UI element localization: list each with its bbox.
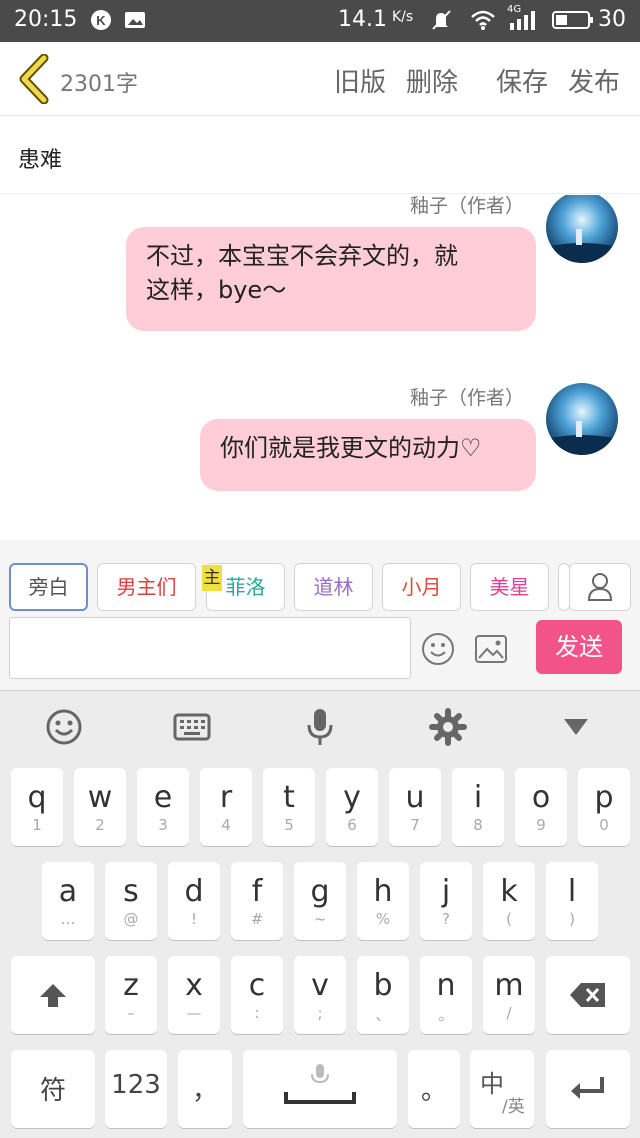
add-role-button[interactable] [569,563,631,611]
key-u[interactable]: u7 [389,768,441,846]
key-j[interactable]: j? [420,862,472,940]
message-line: 不过，本宝宝不会弃文的，就 [146,242,458,270]
message-line: 这样，bye～ [146,276,287,304]
collapse-keyboard-icon[interactable] [556,707,596,747]
avatar-image [546,383,618,455]
message-bubble: 不过，本宝宝不会弃文的，就 这样，bye～ [126,227,536,331]
key-o[interactable]: o9 [515,768,567,846]
status-bar: 20:15 K 14.1 K/s 4G 30 [0,0,640,42]
shift-key[interactable] [11,956,95,1034]
battery-level: 30 [598,7,626,32]
key-v[interactable]: v; [294,956,346,1034]
emoji-icon[interactable] [421,632,455,666]
key-e[interactable]: e3 [137,768,189,846]
key-k[interactable]: k( [483,862,535,940]
key-q[interactable]: q1 [11,768,63,846]
key-p[interactable]: p0 [578,768,630,846]
sender-name: 釉子（作者） [409,195,524,217]
key-g[interactable]: g ~ [294,862,346,940]
chapter-title: 患难 [18,148,63,173]
key-a[interactable]: a… [42,862,94,940]
key-h[interactable]: h% [357,862,409,940]
backspace-key[interactable] [546,956,630,1034]
key-m[interactable]: m / [483,956,535,1034]
key-s[interactable]: s @ [105,862,157,940]
word-count: 2301字 [60,72,138,97]
key-i[interactable]: i8 [452,768,504,846]
editor-toolbar: 2301字 旧版 删除 保存 发布 [0,42,640,116]
key-x[interactable]: x — [168,956,220,1034]
keyboard-emoji-icon[interactable] [44,707,84,747]
keyboard-switch-icon[interactable] [172,707,212,747]
message-line: 你们就是我更文的动力♡ [220,434,482,462]
key-c[interactable]: c: [231,956,283,1034]
key-z[interactable]: z – [105,956,157,1034]
k-app-icon: K [91,10,111,30]
message-bubble: 你们就是我更文的动力♡ [200,419,536,491]
role-tag[interactable]: 道林 [294,563,373,611]
net-speed: 14.1 [338,7,387,32]
role-tag[interactable]: 小月 [382,563,461,611]
role-tag-narrator[interactable]: 旁白 [9,563,88,611]
person-icon [587,573,613,601]
key-t[interactable]: t5 [263,768,315,846]
numbers-key[interactable]: 123 [105,1050,167,1128]
clock: 20:15 [14,7,78,32]
comma-key[interactable]: ， [178,1050,232,1128]
battery-icon [552,11,593,29]
language-switch-key[interactable]: 中 /英 [470,1050,534,1128]
key-b[interactable]: b、 [357,956,409,1034]
mute-icon [432,10,451,30]
backspace-icon [570,983,605,1007]
settings-icon[interactable] [428,707,468,747]
main-role-badge: 主 [202,565,222,591]
publish-button[interactable]: 发布 [568,62,620,99]
wifi-icon [471,10,495,30]
net-speed-unit: K/s [392,9,414,25]
key-y[interactable]: y6 [326,768,378,846]
key-d[interactable]: d! [168,862,220,940]
image-icon[interactable] [474,634,508,664]
key-r[interactable]: r4 [200,768,252,846]
period-key[interactable]: 。 [408,1050,460,1128]
save-button[interactable]: 保存 [496,62,548,99]
role-tag[interactable]: 美星 [470,563,549,611]
avatar-image [546,195,618,263]
message-input[interactable] [9,617,411,679]
svg-text:K: K [96,13,106,28]
space-key[interactable] [243,1050,397,1128]
avatar[interactable] [546,195,618,263]
shift-icon [40,984,66,1007]
space-mic-icon [284,1064,356,1104]
back-icon[interactable] [14,54,54,104]
key-w[interactable]: w2 [74,768,126,846]
enter-icon [571,1077,604,1099]
delete-button[interactable]: 删除 [406,62,458,99]
key-n[interactable]: n。 [420,956,472,1034]
avatar[interactable] [546,383,618,455]
key-l[interactable]: l) [546,862,598,940]
gallery-icon [125,12,145,28]
send-button[interactable]: 发送 [536,620,622,674]
symbols-key[interactable]: 符 [11,1050,95,1128]
microphone-icon[interactable] [300,707,340,747]
sender-name: 釉子（作者） [409,387,524,409]
key-f[interactable]: f # [231,862,283,940]
soft-keyboard: q1 w2 e3 r4 t5 y6 u7 i8 o9 p0 a… s @ d! f… [0,690,640,1138]
signal-icon [510,11,535,30]
chat-area: 釉子（作者） 不过，本宝宝不会弃文的，就 这样，bye～ 釉子（作者） 你们就是… [0,195,640,540]
enter-key[interactable] [546,1050,630,1128]
title-row[interactable]: 患难 [0,116,640,194]
old-version-button[interactable]: 旧版 [334,62,386,99]
role-tag[interactable]: 男主们 [97,563,196,611]
